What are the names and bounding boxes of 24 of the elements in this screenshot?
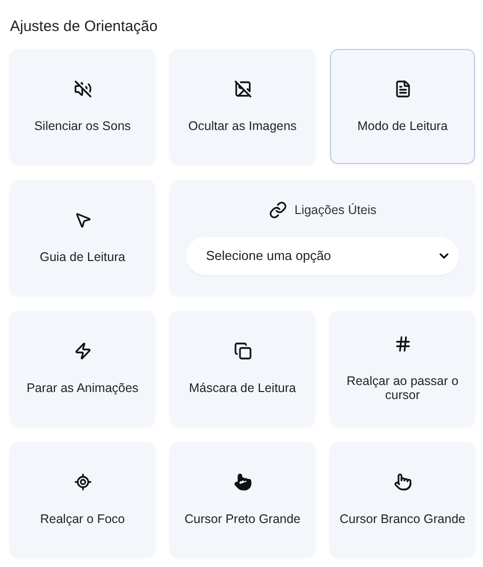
hand-cursor-icon xyxy=(394,472,412,491)
link-icon xyxy=(268,200,286,218)
hash-icon xyxy=(394,335,412,354)
option-tile[interactable]: Máscara de Leitura xyxy=(170,311,315,426)
overlapping-squares-icon xyxy=(234,342,252,360)
panel-label: Ligações Úteis xyxy=(294,202,376,216)
document-icon xyxy=(394,80,412,98)
option-tile[interactable]: Cursor Branco Grande xyxy=(330,442,475,557)
hand-cursor-icon xyxy=(234,472,252,491)
option-tile[interactable]: Ocultar as Imagens xyxy=(170,49,315,164)
option-tile[interactable]: Realçar ao passar o cursor xyxy=(330,311,475,426)
option-tile[interactable]: Silenciar os Sons xyxy=(10,49,155,164)
option-tile[interactable]: Cursor Preto Grande xyxy=(170,442,315,557)
option-tile[interactable]: Modo de Leitura xyxy=(330,49,475,164)
image-off-icon xyxy=(234,80,252,98)
crosshair-icon xyxy=(74,472,92,491)
option-tile[interactable]: Parar as Animações xyxy=(10,311,155,426)
speaker-off-icon xyxy=(74,80,92,98)
option-tile[interactable]: Realçar o Foco xyxy=(10,442,155,557)
section-title: Ajustes de Orientação xyxy=(10,18,159,35)
option-tile[interactable]: Guia de Leitura xyxy=(10,180,155,295)
pointer-icon xyxy=(74,210,92,229)
lightning-icon xyxy=(74,342,92,360)
links-dropdown[interactable]: Selecione uma opção xyxy=(186,236,459,274)
